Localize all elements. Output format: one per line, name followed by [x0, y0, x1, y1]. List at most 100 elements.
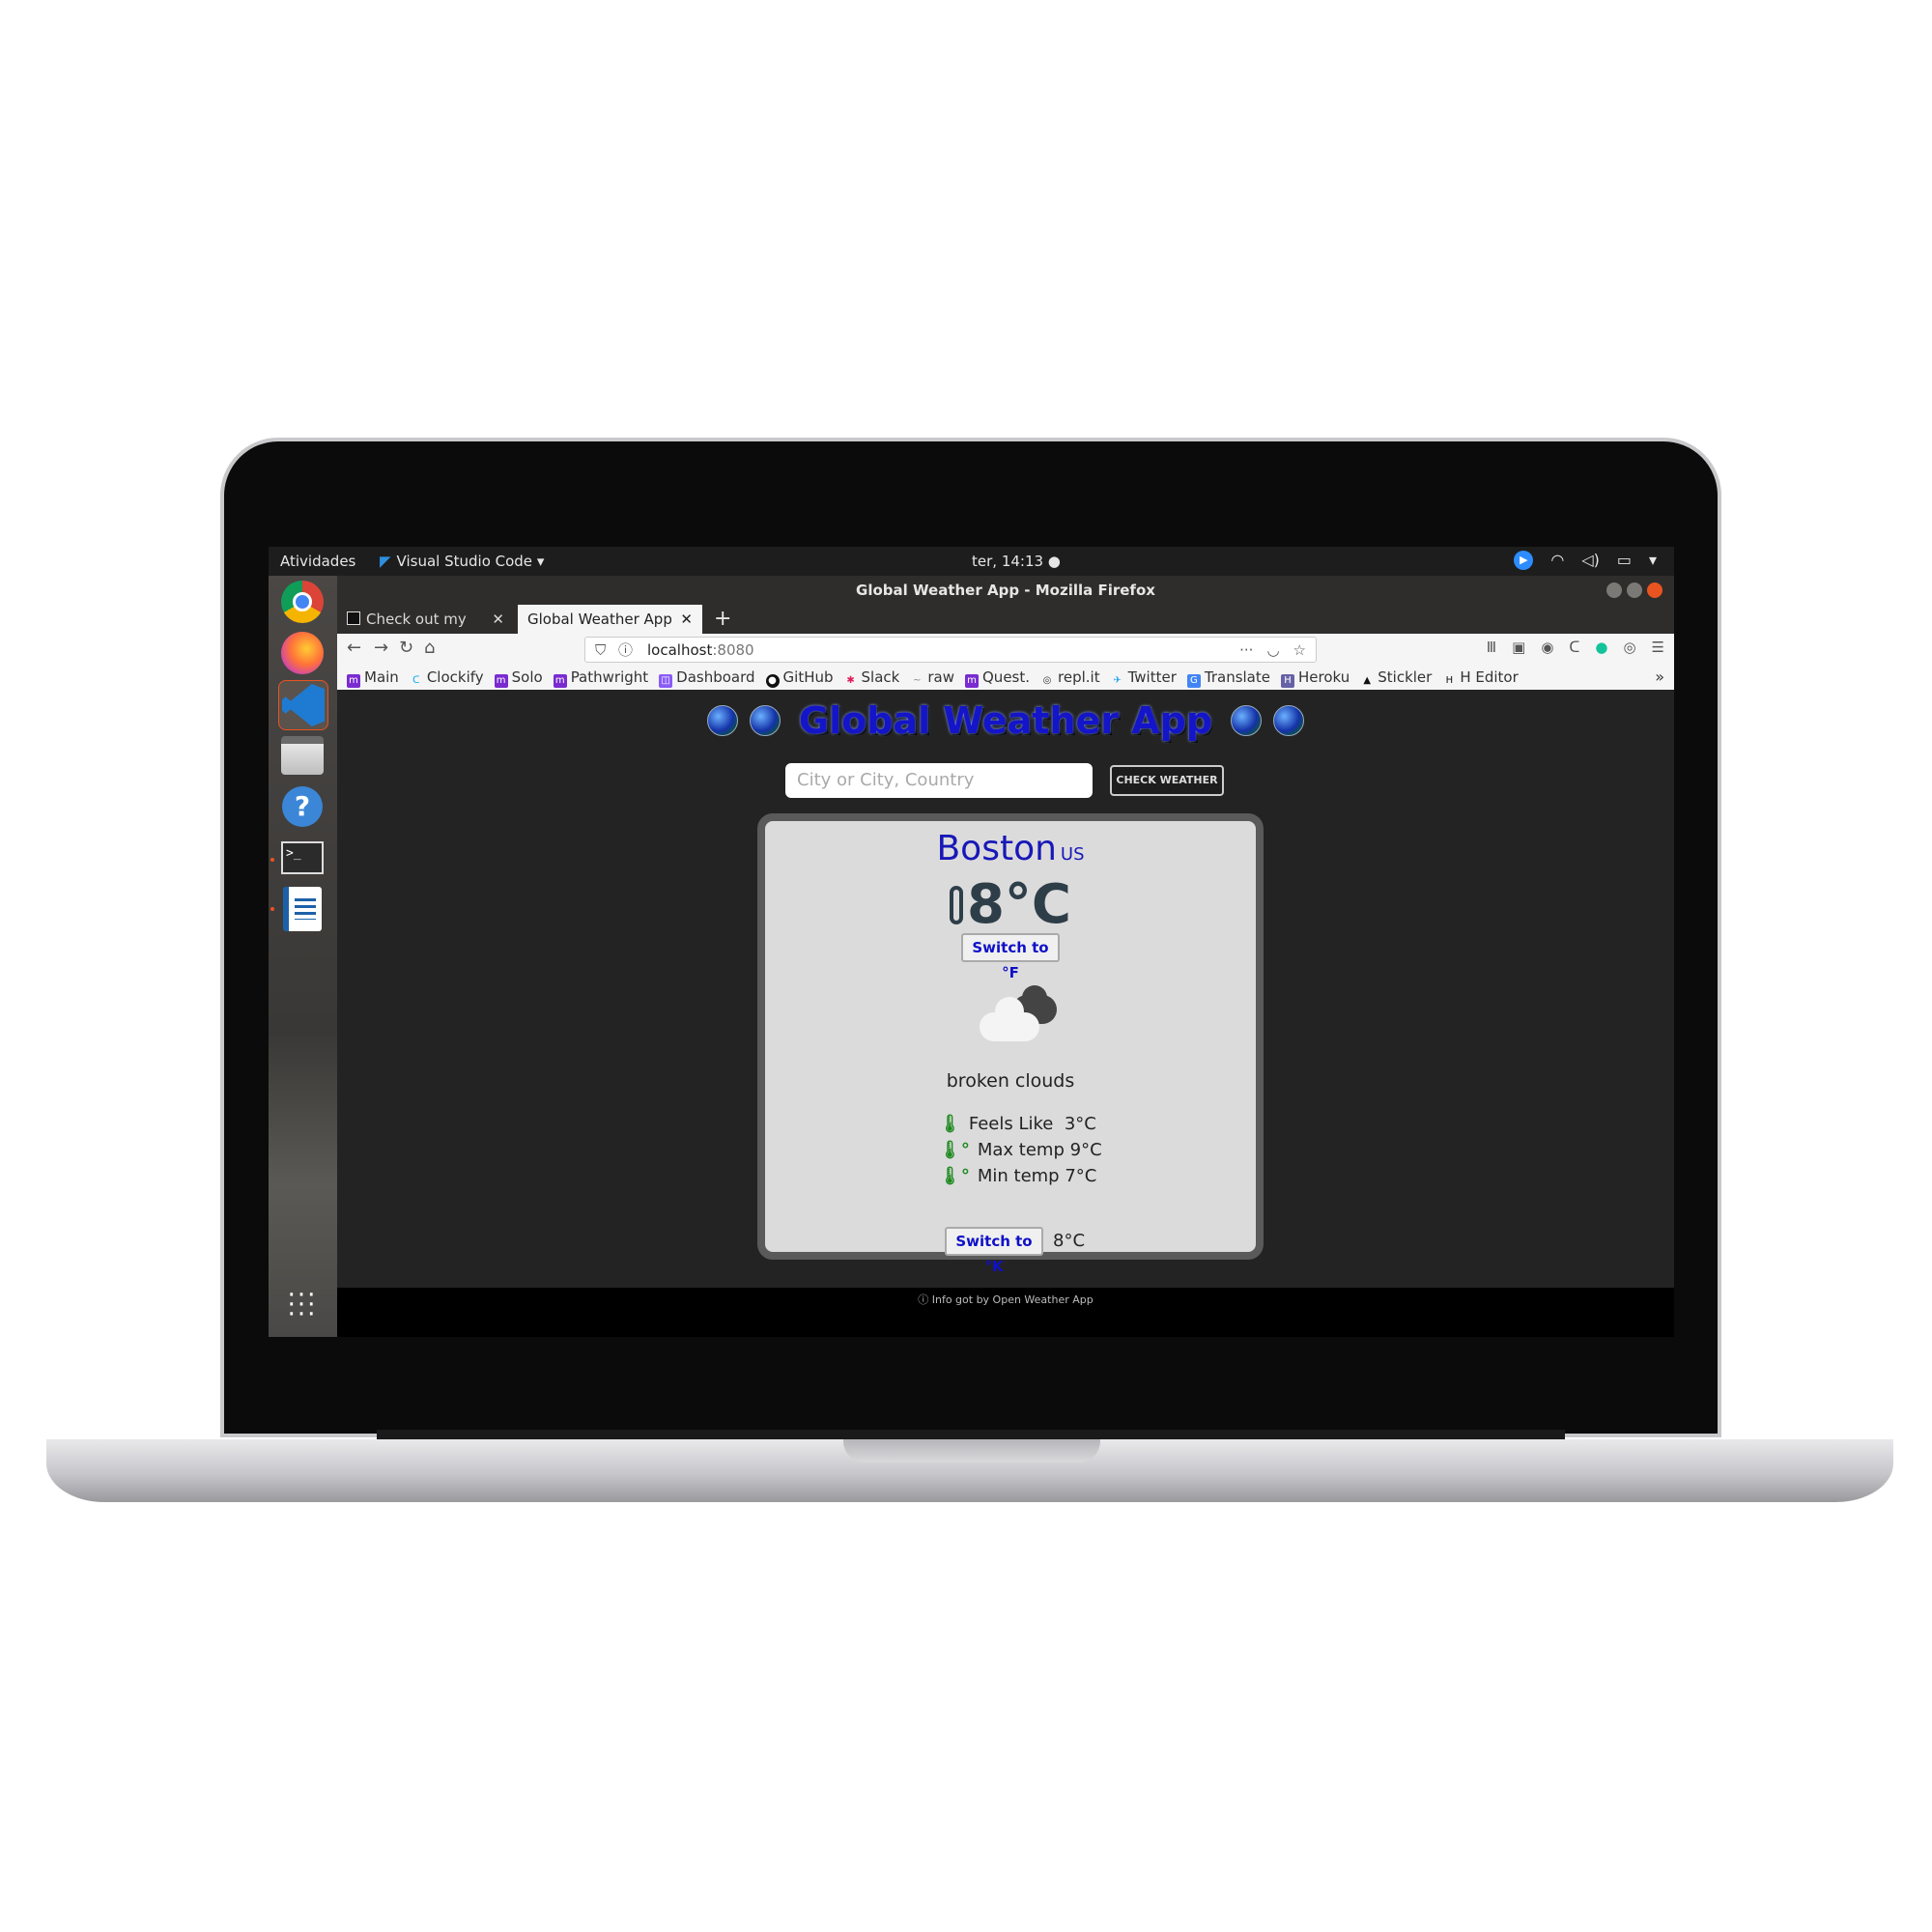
bookmark-label: GitHub: [782, 668, 834, 686]
battery-icon: ▭: [1616, 551, 1632, 569]
system-tray[interactable]: ▶ ◠ ◁) ▭ ▾: [1514, 551, 1657, 570]
tab-bar: Check out my mockup o ✕ Global Weather A…: [337, 605, 1674, 657]
bookmark-replit[interactable]: ◎ repl.it: [1040, 668, 1100, 688]
heroku-icon: H: [1280, 674, 1294, 688]
switch-to-kelvin-button[interactable]: Switch to °K: [945, 1227, 1043, 1275]
help-icon: ?: [282, 786, 323, 827]
bookmark-main[interactable]: m Main: [347, 668, 399, 688]
dock-chrome[interactable]: [278, 578, 327, 626]
app-menu[interactable]: ◤ Visual Studio Code ▾: [380, 553, 544, 570]
new-tab-button[interactable]: +: [714, 605, 731, 634]
slack-icon: ✱: [843, 674, 858, 688]
reload-icon[interactable]: ↻: [399, 638, 413, 658]
bookmark-clockify[interactable]: ᑕ Clockify: [409, 668, 484, 688]
weather-card: Boston US 8°C Switch to °F broken clouds …: [757, 813, 1264, 1275]
pocket-icon[interactable]: ◡: [1266, 638, 1279, 664]
bookmark-quest[interactable]: m Quest.: [965, 668, 1030, 688]
running-indicator: [270, 907, 274, 911]
feels-like-row: 🌡 Feels Like 3°C: [939, 1111, 1102, 1137]
bookmark-label: Heroku: [1297, 668, 1350, 686]
tab-global-weather[interactable]: Global Weather App ✕: [518, 605, 702, 634]
bookmark-github[interactable]: ● GitHub: [765, 668, 834, 688]
bookmark-twitter[interactable]: ✈ Twitter: [1110, 668, 1177, 688]
menu-icon[interactable]: ☰: [1652, 639, 1664, 656]
bookmark-star-icon[interactable]: ☆: [1293, 638, 1306, 664]
screen: Atividades ◤ Visual Studio Code ▾ ter, 14…: [269, 547, 1674, 1337]
zoom-icon[interactable]: ▶: [1514, 551, 1534, 570]
switch-to-fahrenheit-button[interactable]: Switch to °F: [961, 933, 1060, 981]
close-tab-icon[interactable]: ✕: [492, 605, 504, 634]
maximize-button[interactable]: [1627, 582, 1642, 598]
check-weather-button[interactable]: CHECK WEATHER: [1110, 765, 1224, 796]
dock-help[interactable]: ?: [278, 782, 327, 831]
extension-icon[interactable]: ◎: [1623, 639, 1635, 656]
clock[interactable]: ter, 14:13 ●: [972, 553, 1061, 570]
bookmark-label: Twitter: [1127, 668, 1177, 686]
city-search-input[interactable]: City or City, Country: [785, 763, 1093, 798]
home-icon[interactable]: ⌂: [424, 638, 435, 658]
activities-button[interactable]: Atividades: [280, 553, 355, 570]
replit-icon: ◎: [1040, 674, 1055, 688]
bookmark-pathwright[interactable]: m Pathwright: [553, 668, 649, 688]
bookmark-label: Pathwright: [570, 668, 649, 686]
bookmarks-overflow-icon[interactable]: »: [1655, 668, 1664, 686]
bookmark-h-editor[interactable]: HH Editor: [1442, 668, 1519, 688]
show-apps-button[interactable]: ··· ··· ···: [278, 1281, 327, 1329]
globe-icon: [1231, 705, 1263, 736]
converted-temperature: 8°C: [1053, 1231, 1086, 1251]
page-actions-icon[interactable]: ···: [1239, 638, 1253, 664]
thermometer-hot-icon: 🌡°: [939, 1140, 970, 1160]
menu-arrow-icon: ▾: [1648, 551, 1657, 569]
twitter-icon: ✈: [1110, 674, 1124, 688]
bookmark-dashboard[interactable]: ◫ Dashboard: [659, 668, 755, 688]
clockify-icon[interactable]: ᑕ: [1569, 639, 1579, 656]
url-actions: ··· ◡ ☆: [1239, 638, 1306, 664]
forward-icon[interactable]: →: [374, 638, 388, 658]
bookmark-slack[interactable]: ✱ Slack: [843, 668, 899, 688]
dock-terminal[interactable]: >_: [278, 834, 327, 882]
bookmark-stickler[interactable]: ▲ Stickler: [1360, 668, 1432, 688]
bookmark-favicon-icon: ~: [910, 674, 924, 688]
url-host: localhost: [647, 641, 713, 659]
github-icon: ●: [765, 674, 780, 688]
bookmark-heroku[interactable]: H Heroku: [1280, 668, 1350, 688]
max-temp-value: 9°C: [1069, 1140, 1102, 1160]
temperature-value: 8°C: [966, 873, 1072, 936]
dock-firefox[interactable]: [278, 629, 327, 677]
url-bar[interactable]: ⛉ ⓘ localhost:8080 ··· ◡ ☆: [584, 637, 1317, 663]
library-icon[interactable]: Ⅲ: [1487, 639, 1496, 656]
bookmark-raw[interactable]: ~ raw: [910, 668, 954, 688]
dock-files[interactable]: [278, 731, 327, 780]
close-window-button[interactable]: [1647, 582, 1662, 598]
tab-mockup[interactable]: Check out my mockup o ✕: [337, 605, 514, 657]
bookmark-translate[interactable]: G Translate: [1186, 668, 1270, 688]
city-name: Boston: [936, 829, 1057, 868]
dock-writer[interactable]: [278, 885, 327, 933]
close-tab-icon[interactable]: ✕: [680, 605, 693, 634]
bookmark-favicon-icon: ᑕ: [409, 674, 423, 688]
dock-vscode[interactable]: [278, 680, 328, 730]
bookmark-label: Translate: [1204, 668, 1270, 686]
toolbar-right: Ⅲ ▣ ◉ ᑕ ● ◎ ☰: [1487, 639, 1664, 656]
weather-description: broken clouds: [946, 1070, 1075, 1092]
translate-icon: G: [1186, 674, 1201, 688]
weather-details: 🌡 Feels Like 3°C 🌡° Max temp 9°C 🌡° Min tem…: [939, 1111, 1102, 1189]
back-icon[interactable]: ←: [347, 638, 361, 658]
bookmarks-list: m Main ᑕ Clockify m Solo m Pathwright ◫ Dashb…: [347, 668, 1519, 688]
info-icon[interactable]: ⓘ: [618, 638, 633, 664]
bookmark-favicon-icon: m: [553, 674, 567, 688]
cloud-light-shape: [980, 997, 1039, 1041]
minimize-button[interactable]: [1606, 582, 1622, 598]
max-temp-label: Max temp: [977, 1140, 1065, 1160]
url-port: :8080: [712, 641, 754, 659]
city-heading: Boston US: [765, 829, 1256, 868]
bookmark-label: raw: [927, 668, 954, 686]
temperature: 8°C: [765, 873, 1256, 936]
globe-icon: [1273, 705, 1305, 736]
sidebar-icon[interactable]: ▣: [1512, 639, 1525, 656]
account-icon[interactable]: ◉: [1541, 639, 1553, 656]
shield-icon[interactable]: ⛉: [595, 638, 606, 664]
bookmark-solo[interactable]: m Solo: [494, 668, 543, 688]
thermometer-icon: 🌡: [939, 1114, 961, 1134]
grammarly-icon[interactable]: ●: [1595, 639, 1607, 656]
